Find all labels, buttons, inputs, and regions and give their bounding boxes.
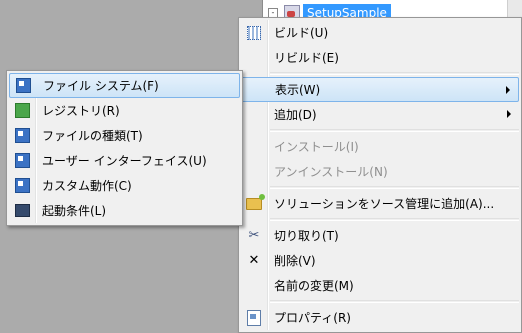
menu-item-add-to-source-control[interactable]: ソリューションをソース管理に追加(A)... xyxy=(241,191,519,216)
submenu-item-file-system[interactable]: ファイル システム(F) xyxy=(9,73,240,98)
submenu-item-user-interface[interactable]: ユーザー インターフェイス(U) xyxy=(9,148,240,173)
user-interface-icon xyxy=(14,153,30,169)
menu-separator xyxy=(270,186,519,189)
menu-item-delete[interactable]: ✕ 削除(V) xyxy=(241,248,519,273)
menu-item-rename[interactable]: 名前の変更(M) xyxy=(241,273,519,298)
file-system-icon xyxy=(15,78,31,94)
menu-separator xyxy=(270,218,519,221)
registry-icon xyxy=(14,103,30,119)
submenu-arrow-icon xyxy=(506,86,510,94)
file-types-icon xyxy=(14,128,30,144)
build-icon xyxy=(246,25,262,41)
menu-item-build[interactable]: ビルド(U) xyxy=(241,20,519,45)
delete-icon: ✕ xyxy=(248,252,260,268)
context-menu: ビルド(U) リビルド(E) 表示(W) 追加(D) インストール(I) アンイ… xyxy=(238,17,522,333)
custom-actions-icon xyxy=(14,178,30,194)
view-submenu: ファイル システム(F) レジストリ(R) ファイルの種類(T) ユーザー イン… xyxy=(6,70,243,226)
menu-item-cut[interactable]: ✂ 切り取り(T) xyxy=(241,223,519,248)
menu-separator xyxy=(270,129,519,132)
launch-conditions-icon xyxy=(14,203,30,219)
submenu-item-custom-actions[interactable]: カスタム動作(C) xyxy=(9,173,240,198)
submenu-arrow-icon xyxy=(507,110,511,118)
menu-item-uninstall: アンインストール(N) xyxy=(274,165,388,179)
submenu-item-registry[interactable]: レジストリ(R) xyxy=(9,98,240,123)
submenu-item-file-types[interactable]: ファイルの種類(T) xyxy=(9,123,240,148)
menu-separator xyxy=(270,300,519,303)
add-to-source-control-icon xyxy=(246,193,265,212)
submenu-item-launch-conditions[interactable]: 起動条件(L) xyxy=(9,198,240,223)
menu-item-rebuild[interactable]: リビルド(E) xyxy=(241,45,519,70)
menu-item-install: インストール(I) xyxy=(274,140,359,154)
cut-icon: ✂ xyxy=(248,227,260,243)
menu-item-properties[interactable]: プロパティ(R) xyxy=(241,305,519,330)
menu-separator xyxy=(270,72,519,75)
menu-item-add[interactable]: 追加(D) xyxy=(241,102,519,127)
menu-item-view[interactable]: 表示(W) xyxy=(241,77,519,102)
